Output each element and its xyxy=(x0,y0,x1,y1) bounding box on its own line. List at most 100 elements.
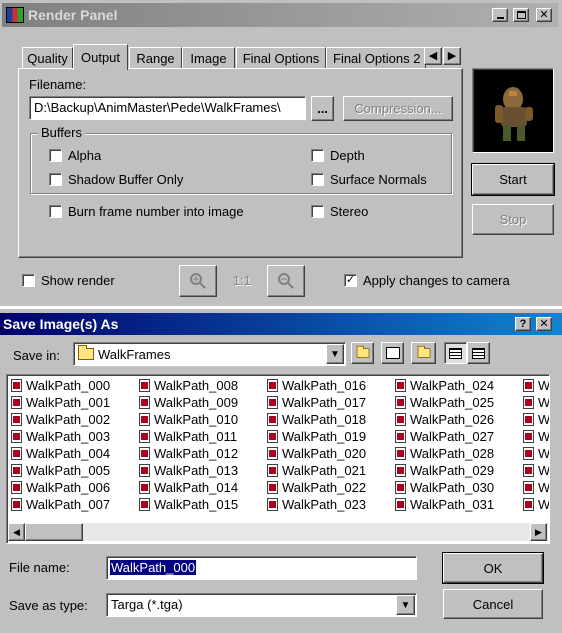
list-view-button[interactable] xyxy=(444,342,467,364)
file-list-item[interactable]: WalkPath_022 xyxy=(267,479,366,496)
alpha-checkbox[interactable] xyxy=(49,149,62,162)
file-list-item[interactable]: W xyxy=(523,462,549,479)
file-list-item[interactable]: W xyxy=(523,394,549,411)
shadow-buffer-checkbox[interactable] xyxy=(49,173,62,186)
tab-quality[interactable]: Quality xyxy=(22,47,73,69)
stereo-checkbox-row[interactable]: Stereo xyxy=(311,204,368,219)
show-render-label: Show render xyxy=(41,273,115,288)
file-list-item[interactable]: WalkPath_002 xyxy=(11,411,110,428)
scrollbar-thumb[interactable] xyxy=(25,523,83,541)
horizontal-scrollbar[interactable]: ◀ ▶ xyxy=(8,523,548,541)
tab-scroll-right-button[interactable]: ▶ xyxy=(443,47,461,65)
close-button[interactable]: ✕ xyxy=(536,8,552,22)
scroll-right-button[interactable]: ▶ xyxy=(530,523,547,541)
file-name-input[interactable]: WalkPath_000 xyxy=(106,556,417,580)
ok-button[interactable]: OK xyxy=(442,552,544,584)
details-view-button[interactable] xyxy=(467,342,490,364)
up-one-level-button[interactable] xyxy=(351,342,374,364)
file-list-item[interactable]: WalkPath_021 xyxy=(267,462,366,479)
file-list-item[interactable]: WalkPath_031 xyxy=(395,496,494,513)
maximize-button[interactable] xyxy=(513,8,529,22)
save-as-type-dropdown-arrow[interactable]: ▼ xyxy=(396,595,415,615)
tga-file-icon xyxy=(523,379,534,392)
tga-file-icon xyxy=(267,413,278,426)
file-list-item[interactable]: WalkPath_012 xyxy=(139,445,238,462)
file-list-item[interactable]: WalkPath_006 xyxy=(11,479,110,496)
file-list-item[interactable]: WalkPath_011 xyxy=(139,428,237,445)
file-list-item[interactable]: W xyxy=(523,428,549,445)
show-render-checkbox[interactable] xyxy=(22,274,35,287)
start-button[interactable]: Start xyxy=(471,163,555,196)
file-list-item[interactable]: WalkPath_020 xyxy=(267,445,366,462)
file-list-item[interactable]: WalkPath_019 xyxy=(267,428,366,445)
file-list-item-label: WalkPath_030 xyxy=(410,480,495,495)
depth-checkbox-row[interactable]: Depth xyxy=(311,148,365,163)
cancel-button[interactable]: Cancel xyxy=(443,589,543,619)
burn-frame-label: Burn frame number into image xyxy=(68,204,244,219)
file-list-item[interactable]: WalkPath_007 xyxy=(11,496,110,513)
file-list-item[interactable]: WalkPath_026 xyxy=(395,411,494,428)
file-list-item[interactable]: WalkPath_018 xyxy=(267,411,366,428)
compression-button[interactable]: Compression... xyxy=(343,96,453,121)
file-list-item[interactable]: WalkPath_024 xyxy=(395,377,494,394)
tab-image[interactable]: Image xyxy=(182,47,235,69)
file-list-item[interactable]: W xyxy=(523,445,549,462)
file-list-item[interactable]: WalkPath_003 xyxy=(11,428,110,445)
apply-changes-checkbox[interactable]: ✓ xyxy=(344,274,357,287)
apply-changes-checkbox-row[interactable]: ✓ Apply changes to camera xyxy=(344,273,510,288)
alpha-checkbox-row[interactable]: Alpha xyxy=(49,148,101,163)
file-list-item[interactable]: WalkPath_023 xyxy=(267,496,366,513)
file-list-item[interactable]: WalkPath_013 xyxy=(139,462,238,479)
tab-final-options[interactable]: Final Options xyxy=(236,47,326,69)
file-list-item[interactable]: WalkPath_005 xyxy=(11,462,110,479)
tab-final-options-2[interactable]: Final Options 2 xyxy=(326,47,426,69)
zoom-in-button[interactable] xyxy=(179,265,217,297)
file-list-item[interactable]: WalkPath_008 xyxy=(139,377,238,394)
file-list-item[interactable]: W xyxy=(523,496,549,513)
filename-input[interactable]: D:\Backup\AnimMaster\Pede\WalkFrames\ xyxy=(29,96,306,120)
file-list[interactable]: WalkPath_000 WalkPath_001 WalkPath_002 Walk… xyxy=(6,374,550,544)
help-button[interactable]: ? xyxy=(515,317,531,331)
show-render-checkbox-row[interactable]: Show render xyxy=(22,273,115,288)
file-list-item[interactable]: WalkPath_025 xyxy=(395,394,494,411)
file-list-item[interactable]: W xyxy=(523,411,549,428)
file-list-item[interactable]: WalkPath_014 xyxy=(139,479,238,496)
desktop-button[interactable] xyxy=(381,342,404,364)
browse-button[interactable]: ... xyxy=(311,96,334,121)
file-list-item[interactable]: WalkPath_000 xyxy=(11,377,110,394)
dialog-close-button[interactable]: ✕ xyxy=(536,317,552,331)
burn-frame-checkbox[interactable] xyxy=(49,205,62,218)
save-in-dropdown-arrow[interactable]: ▼ xyxy=(326,344,344,364)
save-as-type-dropdown[interactable]: Targa (*.tga) xyxy=(106,593,417,617)
depth-checkbox[interactable] xyxy=(311,149,324,162)
file-list-item[interactable]: WalkPath_028 xyxy=(395,445,494,462)
file-list-item[interactable]: WalkPath_030 xyxy=(395,479,494,496)
tab-range[interactable]: Range xyxy=(129,47,182,69)
minimize-button[interactable] xyxy=(492,8,508,22)
file-list-item[interactable]: W xyxy=(523,377,549,394)
shadow-buffer-checkbox-row[interactable]: Shadow Buffer Only xyxy=(49,172,183,187)
tga-file-icon xyxy=(395,481,406,494)
surface-normals-checkbox-row[interactable]: Surface Normals xyxy=(311,172,427,187)
file-list-item[interactable]: WalkPath_017 xyxy=(267,394,366,411)
surface-normals-checkbox[interactable] xyxy=(311,173,324,186)
file-list-item[interactable]: WalkPath_029 xyxy=(395,462,494,479)
burn-frame-checkbox-row[interactable]: Burn frame number into image xyxy=(49,204,244,219)
file-list-item[interactable]: WalkPath_004 xyxy=(11,445,110,462)
file-list-item[interactable]: WalkPath_016 xyxy=(267,377,366,394)
file-list-item[interactable]: WalkPath_015 xyxy=(139,496,238,513)
file-list-item[interactable]: WalkPath_009 xyxy=(139,394,238,411)
tab-output[interactable]: Output xyxy=(73,44,128,70)
file-list-item[interactable]: W xyxy=(523,479,549,496)
file-list-item[interactable]: WalkPath_001 xyxy=(11,394,110,411)
stereo-checkbox[interactable] xyxy=(311,205,324,218)
save-in-dropdown[interactable]: WalkFrames xyxy=(73,342,346,366)
tab-scroll-left-button[interactable]: ◀ xyxy=(424,47,442,65)
file-list-item[interactable]: WalkPath_010 xyxy=(139,411,238,428)
zoom-out-button[interactable] xyxy=(267,265,305,297)
stop-button[interactable]: Stop xyxy=(472,204,554,235)
tga-file-icon xyxy=(267,498,278,511)
scroll-left-button[interactable]: ◀ xyxy=(8,523,25,541)
file-list-item[interactable]: WalkPath_027 xyxy=(395,428,494,445)
new-folder-button[interactable] xyxy=(411,342,436,364)
